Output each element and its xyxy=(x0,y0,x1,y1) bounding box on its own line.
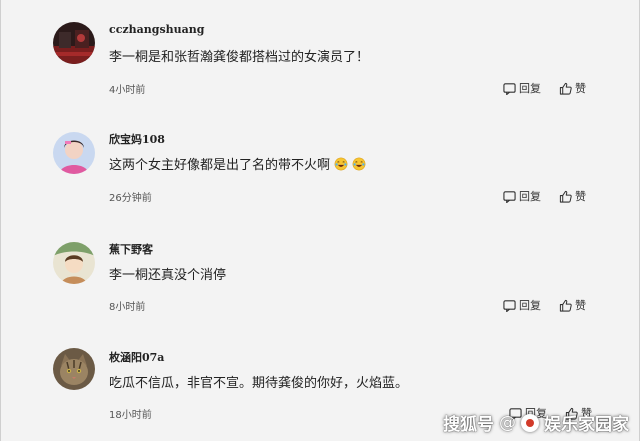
comment-text: 李一桐是和张哲瀚龚俊都搭档过的女演员了！ xyxy=(109,46,369,65)
avatar-illustrated-child-image xyxy=(53,242,95,284)
comment-item: cczhangshuang 李一桐是和张哲瀚龚俊都搭档过的女演员了！ 4小时前 … xyxy=(1,0,640,108)
comment-time: 4小时前 xyxy=(109,85,146,96)
reply-icon xyxy=(503,82,516,95)
comment-time: 18小时前 xyxy=(109,410,152,421)
comment-text-body: 吃瓜不信瓜，非官不宣。期待龚俊的你好，火焰蓝。 xyxy=(109,376,409,391)
avatar[interactable] xyxy=(53,242,95,284)
like-label: 赞 xyxy=(575,299,586,312)
watermark-logo-icon xyxy=(521,413,539,432)
comment-item: 欣宝妈108 这两个女主好像都是出了名的带不火啊 26分钟前 回复 赞 xyxy=(1,108,640,216)
comment-list: cczhangshuang 李一桐是和张哲瀚龚俊都搭档过的女演员了！ 4小时前 … xyxy=(0,0,640,441)
avatar-tabby-cat-image xyxy=(53,348,95,390)
reply-icon xyxy=(503,190,516,203)
avatar[interactable] xyxy=(53,132,95,174)
reply-button[interactable]: 回复 xyxy=(503,80,541,96)
watermark-brand: 搜狐号 xyxy=(443,415,494,435)
thumbs-up-icon xyxy=(559,299,572,312)
avatar-dark-red-scene-image xyxy=(53,22,95,64)
comment-text-body: 李一桐还真没个消停 xyxy=(109,268,227,283)
thumbs-up-icon xyxy=(559,190,572,203)
reply-label: 回复 xyxy=(519,190,541,203)
like-label: 赞 xyxy=(575,82,586,95)
laughing-tears-emoji-icon xyxy=(334,157,348,170)
reply-button[interactable]: 回复 xyxy=(503,188,541,204)
username[interactable]: 蕉下野客 xyxy=(109,241,153,257)
reply-icon xyxy=(503,299,516,312)
watermark-separator: @ xyxy=(499,412,516,433)
comment-text: 吃瓜不信瓜，非官不宣。期待龚俊的你好，火焰蓝。 xyxy=(109,372,408,391)
reply-label: 回复 xyxy=(519,82,541,95)
comment-time: 8小时前 xyxy=(109,302,146,313)
sohu-watermark: 搜狐号 @ 娱乐家园家 xyxy=(443,410,629,436)
watermark-account: 娱乐家园家 xyxy=(544,415,629,435)
comment-text: 这两个女主好像都是出了名的带不火啊 xyxy=(109,154,366,173)
like-button[interactable]: 赞 xyxy=(559,80,586,96)
like-button[interactable]: 赞 xyxy=(559,297,586,313)
laughing-tears-emoji-icon xyxy=(352,157,366,170)
reply-label: 回复 xyxy=(519,299,541,312)
comment-text: 李一桐还真没个消停 xyxy=(109,264,226,283)
avatar[interactable] xyxy=(53,22,95,64)
username[interactable]: 欣宝妈108 xyxy=(109,131,165,147)
username[interactable]: cczhangshuang xyxy=(109,23,204,36)
thumbs-up-icon xyxy=(559,82,572,95)
avatar-girl-pink-image xyxy=(53,132,95,174)
like-label: 赞 xyxy=(575,190,586,203)
comment-text-body: 这两个女主好像都是出了名的带不火啊 xyxy=(109,158,331,173)
like-button[interactable]: 赞 xyxy=(559,188,586,204)
reply-button[interactable]: 回复 xyxy=(503,297,541,313)
comment-item: 蕉下野客 李一桐还真没个消停 8小时前 回复 赞 xyxy=(1,218,640,326)
comment-text-body: 李一桐是和张哲瀚龚俊都搭档过的女演员了！ xyxy=(109,50,370,65)
avatar[interactable] xyxy=(53,348,95,390)
username[interactable]: 枚涵阳07a xyxy=(109,349,164,365)
comment-time: 26分钟前 xyxy=(109,193,152,204)
